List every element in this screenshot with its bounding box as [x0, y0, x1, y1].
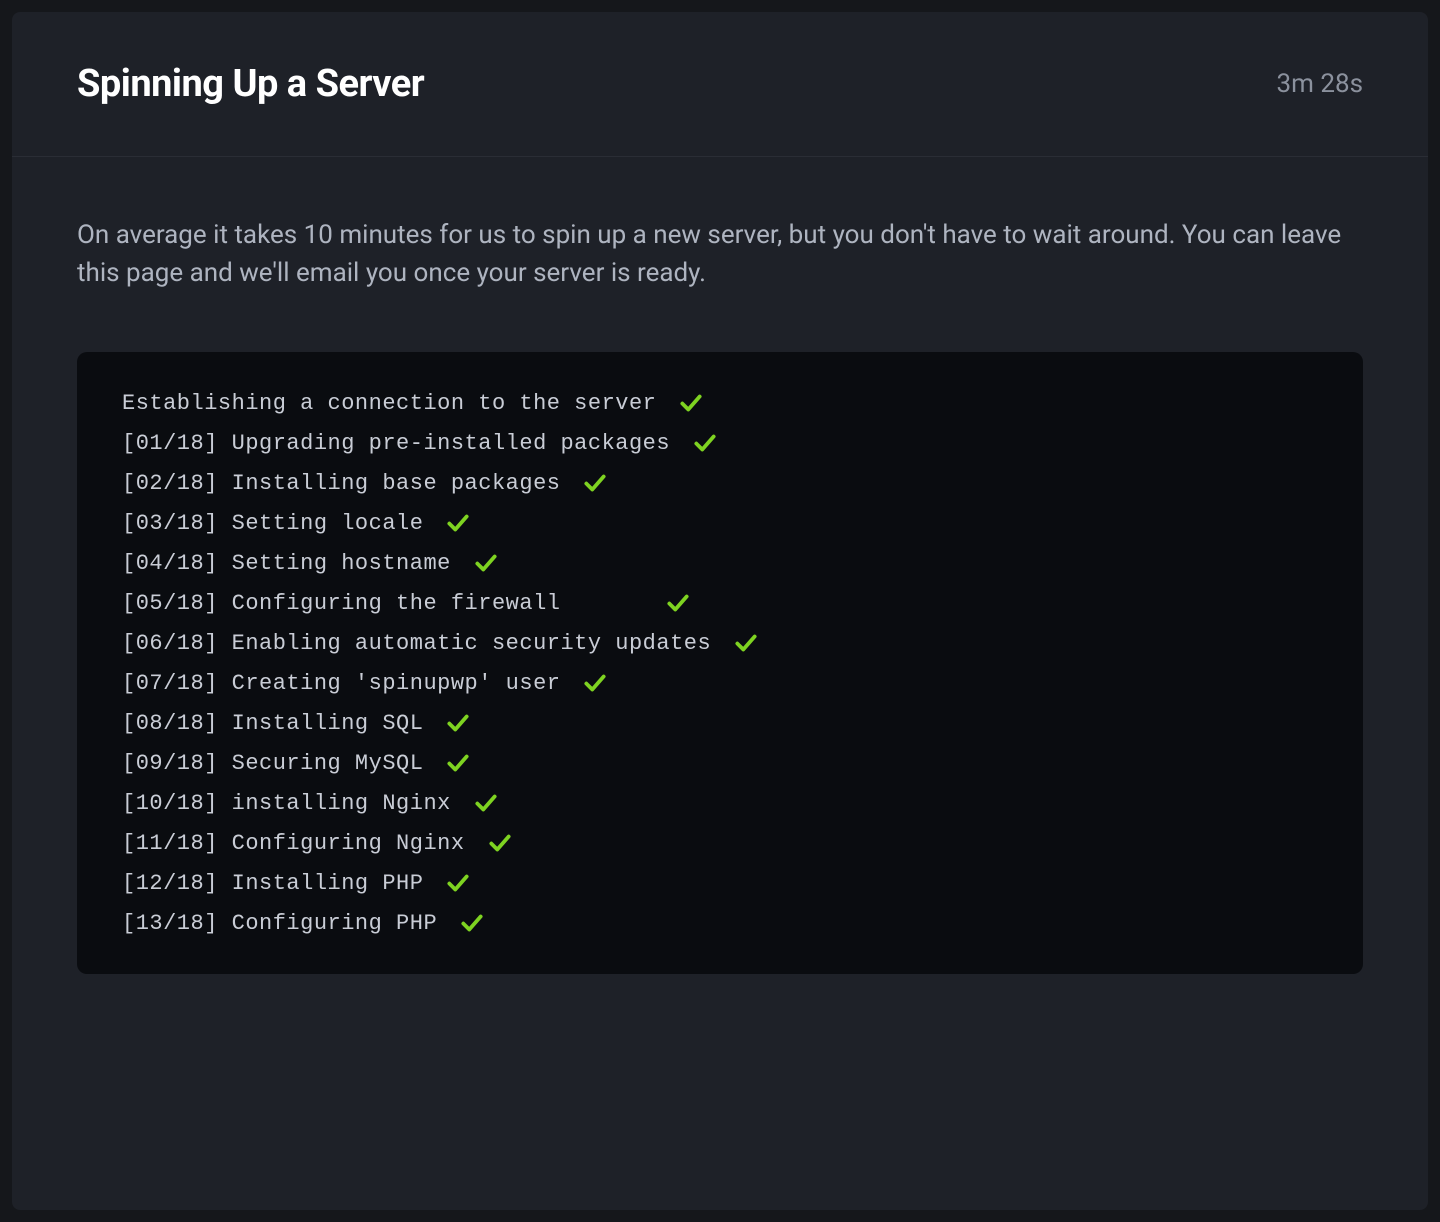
log-line: [03/18] Setting locale [122, 510, 1318, 536]
check-icon [582, 470, 608, 496]
log-text: [03/18] Setting locale [122, 511, 423, 536]
log-line: [02/18] Installing base packages [122, 470, 1318, 496]
log-line: [01/18] Upgrading pre-installed packages [122, 430, 1318, 456]
check-icon [459, 910, 485, 936]
check-icon [678, 390, 704, 416]
log-text: [02/18] Installing base packages [122, 471, 560, 496]
check-icon [487, 830, 513, 856]
check-icon [445, 510, 471, 536]
log-text: Establishing a connection to the server [122, 391, 656, 416]
check-icon [445, 710, 471, 736]
log-line: [09/18] Securing MySQL [122, 750, 1318, 776]
page-title: Spinning Up a Server [77, 62, 424, 106]
log-line: [05/18] Configuring the firewall [122, 590, 1318, 616]
check-icon [692, 430, 718, 456]
log-line: [10/18] installing Nginx [122, 790, 1318, 816]
log-line: [06/18] Enabling automatic security upda… [122, 630, 1318, 656]
log-line: [11/18] Configuring Nginx [122, 830, 1318, 856]
main-panel: Spinning Up a Server 3m 28s On average i… [12, 12, 1428, 1210]
check-icon [473, 790, 499, 816]
log-line: [04/18] Setting hostname [122, 550, 1318, 576]
log-text: [08/18] Installing SQL [122, 711, 423, 736]
check-icon [733, 630, 759, 656]
terminal-log: Establishing a connection to the server [… [77, 352, 1363, 974]
log-text: [05/18] Configuring the firewall [122, 591, 643, 616]
log-text: [01/18] Upgrading pre-installed packages [122, 431, 670, 456]
log-text: [13/18] Configuring PHP [122, 911, 437, 936]
log-text: [10/18] installing Nginx [122, 791, 451, 816]
log-line: [08/18] Installing SQL [122, 710, 1318, 736]
log-line: Establishing a connection to the server [122, 390, 1318, 416]
log-text: [11/18] Configuring Nginx [122, 831, 465, 856]
elapsed-time: 3m 28s [1276, 69, 1363, 99]
header: Spinning Up a Server 3m 28s [12, 12, 1428, 157]
log-text: [09/18] Securing MySQL [122, 751, 423, 776]
check-icon [473, 550, 499, 576]
check-icon [665, 590, 691, 616]
log-text: [06/18] Enabling automatic security upda… [122, 631, 711, 656]
log-line: [07/18] Creating 'spinupwp' user [122, 670, 1318, 696]
log-text: [04/18] Setting hostname [122, 551, 451, 576]
log-text: [12/18] Installing PHP [122, 871, 423, 896]
log-line: [13/18] Configuring PHP [122, 910, 1318, 936]
check-icon [445, 750, 471, 776]
log-line: [12/18] Installing PHP [122, 870, 1318, 896]
check-icon [445, 870, 471, 896]
log-text: [07/18] Creating 'spinupwp' user [122, 671, 560, 696]
content-area: On average it takes 10 minutes for us to… [12, 157, 1428, 1024]
check-icon [582, 670, 608, 696]
description-text: On average it takes 10 minutes for us to… [77, 217, 1363, 292]
